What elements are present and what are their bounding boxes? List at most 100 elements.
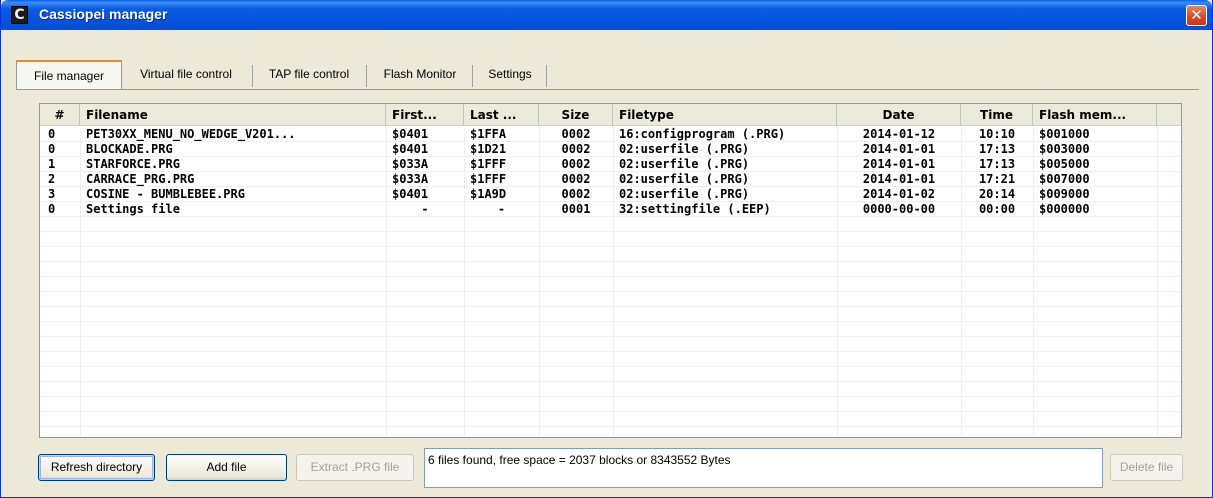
table-row[interactable]: 0 BLOCKADE.PRG $0401 $1D21 0002 02:userf…	[40, 142, 1181, 157]
column-header-filler	[1157, 104, 1181, 126]
empty-row	[40, 397, 1181, 412]
column-header-filetype[interactable]: Filetype	[613, 104, 837, 126]
cell-first: $0401	[392, 127, 429, 141]
cell-first: -	[421, 202, 429, 216]
refresh-directory-button[interactable]: Refresh directory	[38, 454, 155, 481]
cell-flash-mem: $003000	[1039, 142, 1090, 156]
column-header-first[interactable]: First...	[386, 104, 464, 126]
cell-date: 0000-00-00	[862, 202, 936, 216]
cell-date: 2014-01-01	[862, 142, 936, 156]
delete-file-button[interactable]: Delete file	[1110, 454, 1183, 481]
empty-row	[40, 292, 1181, 307]
cell-date: 2014-01-01	[862, 172, 936, 186]
column-header-time[interactable]: Time	[961, 104, 1033, 126]
tab-file-manager[interactable]: File manager	[16, 60, 122, 90]
empty-row	[40, 367, 1181, 382]
empty-row	[40, 412, 1181, 427]
tab-separator	[546, 65, 547, 87]
cell-filetype: 16:configprogram (.PRG)	[619, 127, 786, 141]
cell-filename: COSINE - BUMBLEBEE.PRG	[86, 187, 245, 201]
add-file-button[interactable]: Add file	[166, 454, 287, 481]
tab-separator	[252, 65, 253, 87]
cell-date: 2014-01-01	[862, 157, 936, 171]
cell-size: 0002	[561, 187, 591, 201]
cell-flash-mem: $007000	[1039, 172, 1090, 186]
cell-size: 0002	[561, 142, 591, 156]
cell-index: 0	[48, 142, 56, 156]
status-text-box[interactable]: 6 files found, free space = 2037 blocks …	[424, 448, 1103, 488]
tab-flash-monitor[interactable]: Flash Monitor	[374, 62, 466, 88]
cell-time: 20:14	[978, 187, 1016, 201]
cell-filetype: 02:userfile (.PRG)	[619, 187, 750, 201]
column-header-flash-mem[interactable]: Flash mem...	[1033, 104, 1157, 126]
cell-last: $1FFA	[470, 127, 507, 141]
title-bar[interactable]: C Cassiopei manager ✕	[1, 0, 1212, 30]
cell-flash-mem: $001000	[1039, 127, 1090, 141]
cell-first: $033A	[392, 172, 429, 186]
empty-row	[40, 352, 1181, 367]
cell-time: 17:13	[978, 157, 1016, 171]
tab-settings[interactable]: Settings	[478, 62, 542, 88]
column-header-filename[interactable]: Filename	[80, 104, 386, 126]
cell-index: 0	[48, 202, 56, 216]
cell-filename: STARFORCE.PRG	[86, 157, 180, 171]
tab-separator	[366, 65, 367, 87]
tab-virtual-file-control[interactable]: Virtual file control	[126, 62, 246, 88]
cell-first: $0401	[392, 187, 429, 201]
cell-size: 0002	[561, 172, 591, 186]
app-logo-icon: C	[11, 6, 28, 24]
cell-filename: Settings file	[86, 202, 180, 216]
empty-row	[40, 337, 1181, 352]
cell-size: 0001	[561, 202, 591, 216]
cell-last: $1A9D	[470, 187, 507, 201]
table-row[interactable]: 0 PET30XX_MENU_NO_WEDGE_V201... $0401 $1…	[40, 127, 1181, 142]
cell-last: -	[497, 202, 506, 216]
empty-row	[40, 307, 1181, 322]
cell-flash-mem: $005000	[1039, 157, 1090, 171]
cell-size: 0002	[561, 157, 591, 171]
cell-index: 0	[48, 127, 56, 141]
cell-index: 2	[48, 172, 56, 186]
tab-tap-file-control[interactable]: TAP file control	[258, 62, 360, 88]
cell-filename: CARRACE_PRG.PRG	[86, 172, 195, 186]
column-header-index[interactable]: #	[40, 104, 80, 126]
cell-last: $1D21	[470, 142, 507, 156]
cell-filetype: 02:userfile (.PRG)	[619, 142, 750, 156]
window-title: Cassiopei manager	[39, 6, 168, 22]
cell-flash-mem: $009000	[1039, 187, 1090, 201]
cell-size: 0002	[561, 127, 591, 141]
app-window: C Cassiopei manager ✕ File manager Virtu…	[0, 0, 1213, 498]
tab-panel-border	[16, 89, 1199, 90]
list-body: 0 PET30XX_MENU_NO_WEDGE_V201... $0401 $1…	[40, 127, 1181, 437]
empty-row	[40, 277, 1181, 292]
empty-row	[40, 322, 1181, 337]
extract-prg-button[interactable]: Extract .PRG file	[296, 454, 414, 481]
cell-time: 10:10	[978, 127, 1016, 141]
empty-row	[40, 232, 1181, 247]
cell-index: 3	[48, 187, 56, 201]
list-header: # Filename First... Last ... Size Filety…	[40, 104, 1181, 126]
column-header-size[interactable]: Size	[539, 104, 613, 126]
file-list[interactable]: # Filename First... Last ... Size Filety…	[39, 103, 1182, 438]
table-row[interactable]: 1 STARFORCE.PRG $033A $1FFF 0002 02:user…	[40, 157, 1181, 172]
cell-first: $0401	[392, 142, 429, 156]
cell-filetype: 02:userfile (.PRG)	[619, 157, 750, 171]
tab-separator	[472, 65, 473, 87]
cell-date: 2014-01-12	[862, 127, 936, 141]
cell-date: 2014-01-02	[862, 187, 936, 201]
cell-filename: BLOCKADE.PRG	[86, 142, 173, 156]
table-row[interactable]: 0 Settings file - - 0001 32:settingfile …	[40, 202, 1181, 217]
table-row[interactable]: 2 CARRACE_PRG.PRG $033A $1FFF 0002 02:us…	[40, 172, 1181, 187]
cell-filename: PET30XX_MENU_NO_WEDGE_V201...	[86, 127, 296, 141]
empty-row	[40, 247, 1181, 262]
cell-time: 00:00	[978, 202, 1016, 216]
column-header-date[interactable]: Date	[837, 104, 961, 126]
empty-row	[40, 217, 1181, 232]
empty-row	[40, 382, 1181, 397]
cell-filetype: 02:userfile (.PRG)	[619, 172, 750, 186]
cell-time: 17:13	[978, 142, 1016, 156]
table-row[interactable]: 3 COSINE - BUMBLEBEE.PRG $0401 $1A9D 000…	[40, 187, 1181, 202]
cell-filetype: 32:settingfile (.EEP)	[619, 202, 771, 216]
column-header-last[interactable]: Last ...	[464, 104, 539, 126]
close-button[interactable]: ✕	[1186, 5, 1207, 26]
